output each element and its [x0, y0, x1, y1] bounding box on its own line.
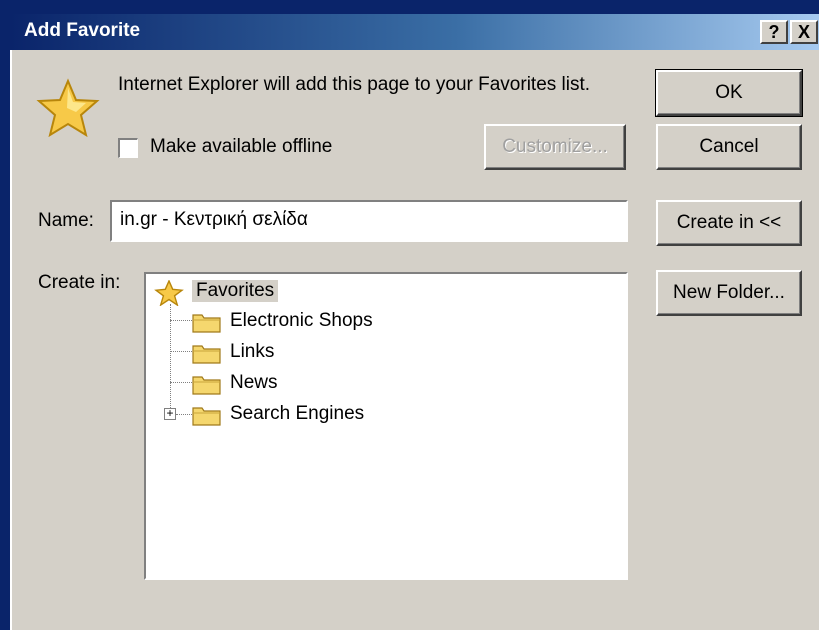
star-icon — [36, 78, 100, 138]
tree-label-folder: Search Engines — [230, 403, 365, 424]
tree-connector — [170, 320, 192, 321]
folder-icon — [192, 314, 221, 333]
tree-item-folder[interactable]: Links — [192, 339, 492, 367]
tree-connector — [170, 351, 192, 352]
folder-icon — [192, 376, 221, 395]
offline-label: Make available offline — [150, 136, 333, 157]
info-message: Internet Explorer will add this page to … — [118, 74, 591, 95]
tree-connector — [176, 414, 192, 415]
name-label: Name: — [38, 210, 94, 231]
ok-button[interactable]: OK — [655, 69, 803, 117]
customize-button: Customize... — [484, 124, 626, 170]
star-icon — [154, 280, 184, 306]
tree-connector — [170, 382, 192, 383]
name-input[interactable]: in.gr - Κεντρική σελίδα — [110, 200, 628, 242]
window-title: Add Favorite — [24, 20, 141, 41]
create-in-button[interactable]: Create in << — [656, 200, 802, 246]
cancel-button[interactable]: Cancel — [656, 124, 802, 170]
tree-item-favorites[interactable]: Favorites — [152, 278, 332, 306]
help-button[interactable]: ? — [760, 20, 788, 44]
title-bar[interactable]: Add Favorite ? X — [10, 14, 819, 50]
tree-label-folder: Electronic Shops — [230, 310, 373, 331]
close-button[interactable]: X — [790, 20, 818, 44]
folder-tree[interactable]: Favorites Electronic Shops Links News + … — [144, 272, 628, 580]
folder-icon — [192, 345, 221, 364]
tree-item-folder[interactable]: News — [192, 370, 492, 398]
tree-label-folder: Links — [230, 341, 275, 362]
offline-checkbox[interactable] — [118, 138, 138, 158]
tree-label-folder: News — [230, 372, 278, 393]
expand-plus-icon[interactable]: + — [164, 407, 176, 420]
tree-item-folder[interactable]: Search Engines — [192, 401, 492, 429]
create-in-label: Create in: — [38, 272, 121, 293]
tree-item-folder[interactable]: Electronic Shops — [192, 308, 492, 336]
tree-label-favorites: Favorites — [192, 280, 279, 302]
new-folder-button[interactable]: New Folder... — [656, 270, 802, 316]
folder-icon — [192, 407, 221, 426]
